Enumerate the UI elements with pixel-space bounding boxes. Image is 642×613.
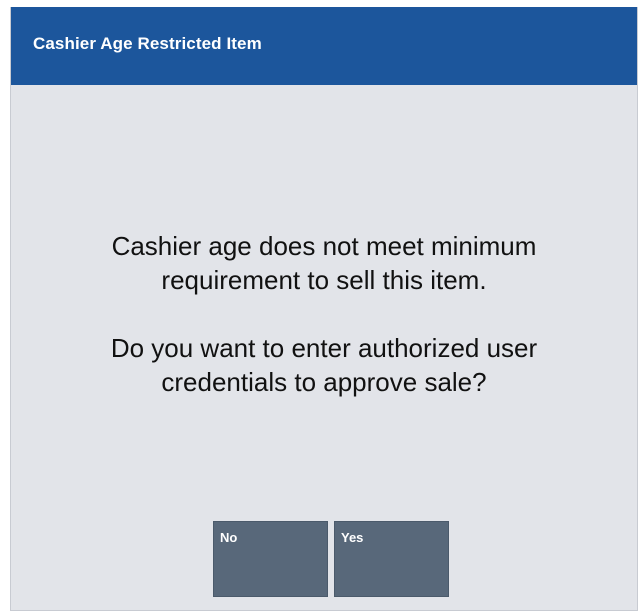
message-line-2: requirement to sell this item. (161, 265, 487, 295)
age-restriction-dialog: Cashier Age Restricted Item Cashier age … (10, 7, 638, 611)
dialog-title-bar: Cashier Age Restricted Item (11, 7, 637, 85)
message-line-3: Do you want to enter authorized user (110, 333, 538, 363)
no-button-label: No (220, 530, 238, 545)
message-line-1: Cashier age does not meet minimum (111, 231, 537, 261)
message-line-4: credentials to approve sale? (161, 367, 487, 397)
no-button[interactable]: No (213, 521, 328, 597)
yes-button[interactable]: Yes (334, 521, 449, 597)
dialog-message: Cashier age does not meet minimum requir… (11, 229, 637, 399)
yes-button-label: Yes (341, 530, 364, 545)
dialog-title: Cashier Age Restricted Item (33, 34, 262, 53)
